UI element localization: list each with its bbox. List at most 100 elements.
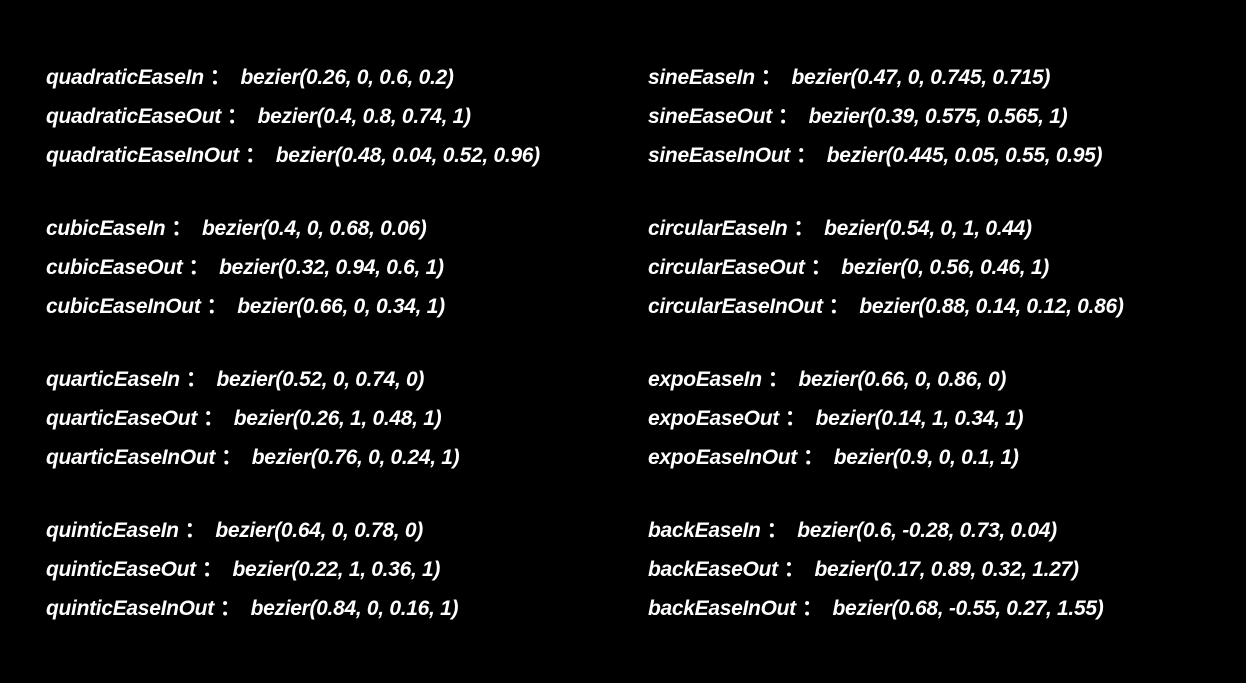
separator: ： (219, 597, 241, 620)
easing-name: quinticEaseInOut (46, 597, 214, 620)
easing-entry: backEaseOut： bezier(0.17, 0.89, 0.32, 1.2… (648, 550, 1124, 589)
easing-name: backEaseOut (648, 558, 778, 581)
separator: ： (203, 407, 224, 430)
separator: ： (209, 66, 231, 89)
separator: ： (777, 105, 799, 128)
separator: ： (793, 217, 815, 240)
easing-value: bezier(0.32, 0.94, 0.6, 1) (219, 256, 444, 279)
separator: ： (188, 256, 210, 279)
easing-value: bezier(0.66, 0, 0.34, 1) (237, 295, 445, 318)
separator: ： (766, 519, 788, 542)
easing-group-cubic: cubicEaseIn： bezier(0.4, 0, 0.68, 0.06) c… (46, 209, 540, 326)
easing-name: backEaseIn (648, 519, 761, 542)
easing-name: quadraticEaseInOut (46, 144, 239, 167)
easing-value: bezier(0.84, 0, 0.16, 1) (250, 597, 459, 620)
easing-group-circular: circularEaseIn： bezier(0.54, 0, 1, 0.44) … (648, 209, 1124, 326)
easing-name: quinticEaseOut (46, 558, 196, 581)
easing-group-quadratic: quadraticEaseIn： bezier(0.26, 0, 0.6, 0.2… (46, 58, 540, 175)
separator: ： (226, 105, 248, 128)
easing-group-sine: sineEaseIn： bezier(0.47, 0, 0.745, 0.715)… (648, 58, 1124, 175)
easing-name: circularEaseIn (648, 217, 788, 240)
easing-name: cubicEaseIn (46, 217, 166, 240)
easing-name: quinticEaseIn (46, 519, 179, 542)
easing-value: bezier(0.22, 1, 0.36, 1) (232, 558, 441, 581)
easing-entry: circularEaseOut： bezier(0, 0.56, 0.46, 1) (648, 248, 1124, 287)
easing-entry: cubicEaseOut： bezier(0.32, 0.94, 0.6, 1) (46, 248, 540, 287)
easing-name: expoEaseOut (648, 407, 779, 430)
easing-entry: quadraticEaseInOut： bezier(0.48, 0.04, 0.… (46, 136, 540, 175)
easing-name: cubicEaseOut (46, 256, 183, 279)
easing-entry: quadraticEaseOut： bezier(0.4, 0.8, 0.74, … (46, 97, 540, 136)
easing-entry: quinticEaseInOut： bezier(0.84, 0, 0.16, 1… (46, 589, 540, 628)
separator: ： (206, 295, 228, 318)
easing-value: bezier(0.6, -0.28, 0.73, 0.04) (797, 519, 1057, 542)
separator: ： (221, 446, 242, 469)
right-column: sineEaseIn： bezier(0.47, 0, 0.745, 0.715)… (648, 58, 1124, 662)
separator: ： (185, 368, 207, 391)
easing-entry: expoEaseOut： bezier(0.14, 1, 0.34, 1) (648, 399, 1124, 438)
easing-group-quartic: quarticEaseIn： bezier(0.52, 0, 0.74, 0) q… (46, 360, 540, 477)
easing-value: bezier(0.9, 0, 0.1, 1) (833, 446, 1019, 469)
easing-entry: expoEaseInOut： bezier(0.9, 0, 0.1, 1) (648, 438, 1124, 477)
easing-entry: expoEaseIn： bezier(0.66, 0, 0.86, 0) (648, 360, 1124, 399)
easing-name: expoEaseInOut (648, 446, 797, 469)
separator: ： (828, 295, 850, 318)
separator: ： (801, 597, 823, 620)
easing-name: expoEaseIn (648, 368, 762, 391)
easing-value: bezier(0.48, 0.04, 0.52, 0.96) (275, 144, 540, 167)
easing-name: cubicEaseInOut (46, 295, 201, 318)
easing-name: quarticEaseInOut (46, 446, 216, 469)
easing-entry: backEaseIn： bezier(0.6, -0.28, 0.73, 0.04… (648, 511, 1124, 550)
easing-name: circularEaseOut (648, 256, 805, 279)
easing-value: bezier(0.64, 0, 0.78, 0) (215, 519, 423, 542)
easing-value: bezier(0.66, 0, 0.86, 0) (798, 368, 1007, 391)
easing-entry: cubicEaseIn： bezier(0.4, 0, 0.68, 0.06) (46, 209, 540, 248)
easing-value: bezier(0.26, 1, 0.48, 1) (233, 407, 442, 430)
separator: ： (760, 66, 782, 89)
easing-entry: quadraticEaseIn： bezier(0.26, 0, 0.6, 0.2… (46, 58, 540, 97)
easing-name: sineEaseInOut (648, 144, 790, 167)
easing-entry: quarticEaseOut： bezier(0.26, 1, 0.48, 1) (46, 399, 540, 438)
easing-entry: circularEaseInOut： bezier(0.88, 0.14, 0.1… (648, 287, 1124, 326)
easing-group-back: backEaseIn： bezier(0.6, -0.28, 0.73, 0.04… (648, 511, 1124, 628)
separator: ： (767, 368, 789, 391)
separator: ： (795, 144, 817, 167)
easing-entry: quinticEaseOut： bezier(0.22, 1, 0.36, 1) (46, 550, 540, 589)
easing-entry: sineEaseInOut： bezier(0.445, 0.05, 0.55, … (648, 136, 1124, 175)
easing-value: bezier(0.39, 0.575, 0.565, 1) (808, 105, 1068, 128)
easing-name: sineEaseOut (648, 105, 772, 128)
easing-value: bezier(0.54, 0, 1, 0.44) (824, 217, 1032, 240)
easing-name: quarticEaseOut (46, 407, 198, 430)
easing-entry: sineEaseIn： bezier(0.47, 0, 0.745, 0.715) (648, 58, 1124, 97)
separator: ： (784, 407, 806, 430)
easing-value: bezier(0.76, 0, 0.24, 1) (251, 446, 460, 469)
easing-entry: quarticEaseIn： bezier(0.52, 0, 0.74, 0) (46, 360, 540, 399)
separator: ： (201, 558, 223, 581)
easing-value: bezier(0.4, 0, 0.68, 0.06) (201, 217, 427, 240)
separator: ： (244, 144, 266, 167)
easing-value: bezier(0.4, 0.8, 0.74, 1) (257, 105, 471, 128)
easing-entry: circularEaseIn： bezier(0.54, 0, 1, 0.44) (648, 209, 1124, 248)
easing-group-expo: expoEaseIn： bezier(0.66, 0, 0.86, 0) expo… (648, 360, 1124, 477)
easing-name: quadraticEaseIn (46, 66, 204, 89)
easing-name: sineEaseIn (648, 66, 755, 89)
easing-value: bezier(0.68, -0.55, 0.27, 1.55) (832, 597, 1104, 620)
easing-value: bezier(0.26, 0, 0.6, 0.2) (240, 66, 454, 89)
easing-entry: quinticEaseIn： bezier(0.64, 0, 0.78, 0) (46, 511, 540, 550)
easing-value: bezier(0.88, 0.14, 0.12, 0.86) (859, 295, 1124, 318)
separator: ： (810, 256, 832, 279)
easing-value: bezier(0.17, 0.89, 0.32, 1.27) (814, 558, 1079, 581)
easing-group-quintic: quinticEaseIn： bezier(0.64, 0, 0.78, 0) q… (46, 511, 540, 628)
easing-name: quadraticEaseOut (46, 105, 221, 128)
easing-value: bezier(0.52, 0, 0.74, 0) (216, 368, 425, 391)
easing-value: bezier(0.445, 0.05, 0.55, 0.95) (826, 144, 1103, 167)
separator: ： (171, 217, 192, 240)
easing-entry: backEaseInOut： bezier(0.68, -0.55, 0.27, … (648, 589, 1124, 628)
easing-entry: sineEaseOut： bezier(0.39, 0.575, 0.565, 1… (648, 97, 1124, 136)
easing-name: quarticEaseIn (46, 368, 180, 391)
easing-entry: cubicEaseInOut： bezier(0.66, 0, 0.34, 1) (46, 287, 540, 326)
separator: ： (184, 519, 206, 542)
easing-value: bezier(0.14, 1, 0.34, 1) (815, 407, 1024, 430)
easing-name: backEaseInOut (648, 597, 796, 620)
easing-name: circularEaseInOut (648, 295, 823, 318)
